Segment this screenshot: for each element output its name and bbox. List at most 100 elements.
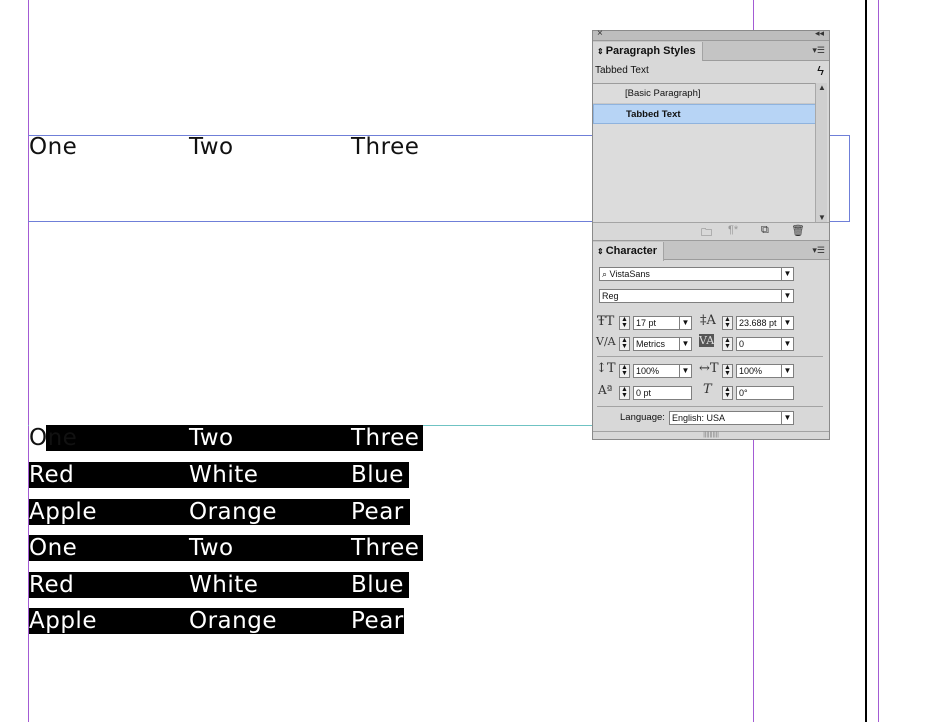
chevron-down-icon[interactable]: ▼ bbox=[781, 338, 793, 350]
stepper[interactable]: ▲ ▼ bbox=[619, 386, 630, 400]
panel-menu-icon[interactable]: ▾☰ bbox=[812, 245, 825, 256]
tab-paragraph-styles[interactable]: ⇕ Paragraph Styles bbox=[593, 42, 703, 61]
text-cell: White bbox=[189, 462, 259, 488]
tab-character[interactable]: ⇕ Character bbox=[593, 242, 665, 261]
text-cell: One bbox=[29, 134, 78, 160]
tracking-value: 0 bbox=[739, 339, 745, 349]
resize-grip[interactable]: |||||||||| bbox=[593, 431, 829, 439]
font-family-value: VistaSans bbox=[609, 269, 650, 279]
chevron-down-icon[interactable]: ▼ bbox=[679, 338, 691, 350]
skew-field[interactable]: 0° bbox=[736, 386, 794, 400]
text-cell: Pear bbox=[351, 608, 404, 634]
text-cell: White bbox=[189, 572, 259, 598]
language-label: Language: bbox=[620, 412, 665, 423]
text-cell: Red bbox=[29, 572, 75, 598]
text-cell: Two bbox=[189, 134, 234, 160]
floating-panel: × ◂◂ ⇕ Paragraph Styles ▾☰ Tabbed Text ϟ … bbox=[592, 28, 830, 440]
horizontal-scale-icon: ↔T bbox=[699, 361, 719, 376]
chevron-down-icon[interactable]: ▼ bbox=[781, 290, 793, 302]
tab-label: Character bbox=[605, 245, 658, 257]
bleed-guide bbox=[878, 0, 879, 722]
leading-icon: ‡A bbox=[700, 313, 716, 328]
paragraph-styles-tabbar: ⇕ Paragraph Styles ▾☰ bbox=[593, 41, 829, 61]
scroll-down-icon[interactable]: ▼ bbox=[818, 213, 826, 222]
leading-field[interactable]: 23.688 pt ▼ bbox=[736, 316, 794, 330]
paragraph-styles-footer: 🗀 ¶* ⧉ 🗑 bbox=[593, 222, 829, 239]
stepper[interactable]: ▲ ▼ bbox=[722, 386, 733, 400]
font-family-field[interactable]: ⌕ VistaSans ▼ bbox=[599, 267, 794, 281]
text-frame-right-edge bbox=[849, 135, 850, 222]
tracking-icon: VA bbox=[699, 334, 715, 347]
chevron-down-icon[interactable]: ▼ bbox=[781, 412, 793, 424]
updown-icon: ⇕ bbox=[597, 47, 604, 56]
text-cell: Pear bbox=[351, 499, 404, 525]
text-cell: Three bbox=[351, 134, 420, 160]
stepper[interactable]: ▲ ▼ bbox=[722, 316, 733, 330]
skew-value: 0° bbox=[739, 388, 748, 398]
scroll-up-icon[interactable]: ▲ bbox=[818, 83, 826, 92]
list-item[interactable]: Tabbed Text bbox=[593, 104, 817, 124]
current-style-row: Tabbed Text ϟ bbox=[593, 61, 829, 81]
baseline-shift-field[interactable]: 0 pt bbox=[633, 386, 692, 400]
text-cell: Orange bbox=[189, 608, 277, 634]
kerning-value: Metrics bbox=[636, 339, 665, 349]
stepper[interactable]: ▲ ▼ bbox=[619, 316, 630, 330]
panel-titlebar[interactable]: × ◂◂ bbox=[593, 28, 829, 41]
stepper[interactable]: ▲ ▼ bbox=[619, 364, 630, 378]
text-cell: Orange bbox=[189, 499, 277, 525]
skew-icon: T bbox=[703, 382, 712, 397]
panel-menu-icon[interactable]: ▾☰ bbox=[812, 45, 825, 56]
text-cell: Apple bbox=[29, 608, 97, 634]
language-select[interactable]: English: USA ▼ bbox=[669, 411, 794, 425]
chevron-down-icon[interactable]: ▼ bbox=[781, 365, 793, 377]
chevron-down-icon[interactable]: ▼ bbox=[679, 317, 691, 329]
kerning-icon: V/A bbox=[596, 335, 616, 348]
current-style-label: Tabbed Text bbox=[595, 65, 649, 76]
text-cell: Blue bbox=[351, 462, 404, 488]
clear-overrides-icon[interactable]: ¶* bbox=[728, 224, 738, 236]
stepper[interactable]: ▲ ▼ bbox=[722, 337, 733, 351]
text-cell: Two bbox=[189, 425, 234, 451]
text-cell: One bbox=[29, 425, 78, 451]
language-value: English: USA bbox=[672, 413, 726, 423]
kerning-field[interactable]: Metrics ▼ bbox=[633, 337, 692, 351]
paragraph-style-list: [Basic Paragraph] Tabbed Text bbox=[593, 83, 817, 222]
font-size-icon: ŦT bbox=[597, 314, 615, 329]
font-style-value: Reg bbox=[602, 291, 619, 301]
collapse-icon[interactable]: ◂◂ bbox=[815, 28, 824, 39]
stepper[interactable]: ▲ ▼ bbox=[722, 364, 733, 378]
scrollbar[interactable]: ▲ ▼ bbox=[815, 83, 827, 222]
divider bbox=[597, 356, 823, 357]
updown-icon: ⇕ bbox=[597, 247, 604, 256]
search-icon: ⌕ bbox=[602, 269, 610, 279]
list-item[interactable]: [Basic Paragraph] bbox=[593, 84, 817, 104]
leading-value: 23.688 pt bbox=[739, 318, 777, 328]
close-icon[interactable]: × bbox=[597, 28, 603, 39]
divider bbox=[597, 406, 823, 407]
text-cell: Three bbox=[351, 425, 420, 451]
font-size-field[interactable]: 17 pt ▼ bbox=[633, 316, 692, 330]
baseline-shift-icon: Aª bbox=[598, 383, 613, 397]
tab-label: Paragraph Styles bbox=[605, 45, 696, 57]
vertical-scale-value: 100% bbox=[636, 366, 660, 376]
font-style-field[interactable]: Reg ▼ bbox=[599, 289, 794, 303]
stepper[interactable]: ▲ ▼ bbox=[619, 337, 630, 351]
chevron-down-icon[interactable]: ▼ bbox=[781, 268, 793, 280]
baseline-shift-value: 0 pt bbox=[636, 388, 652, 398]
text-cell: Apple bbox=[29, 499, 97, 525]
page-edge bbox=[865, 0, 867, 722]
text-cell: Blue bbox=[351, 572, 404, 598]
text-cell: Two bbox=[189, 535, 234, 561]
chevron-down-icon[interactable]: ▼ bbox=[679, 365, 691, 377]
new-style-icon[interactable]: ⧉ bbox=[761, 224, 769, 237]
horizontal-scale-value: 100% bbox=[739, 366, 763, 376]
trash-icon[interactable]: 🗑 bbox=[791, 224, 805, 237]
text-cell: One bbox=[29, 535, 78, 561]
text-cell: Red bbox=[29, 462, 75, 488]
tracking-field[interactable]: 0 ▼ bbox=[736, 337, 794, 351]
chevron-down-icon[interactable]: ▼ bbox=[781, 317, 793, 329]
horizontal-scale-field[interactable]: 100% ▼ bbox=[736, 364, 794, 378]
vertical-scale-field[interactable]: 100% ▼ bbox=[633, 364, 692, 378]
quick-apply-icon[interactable]: ϟ bbox=[817, 61, 824, 81]
character-tabbar: ⇕ Character ▾☰ bbox=[593, 240, 829, 261]
